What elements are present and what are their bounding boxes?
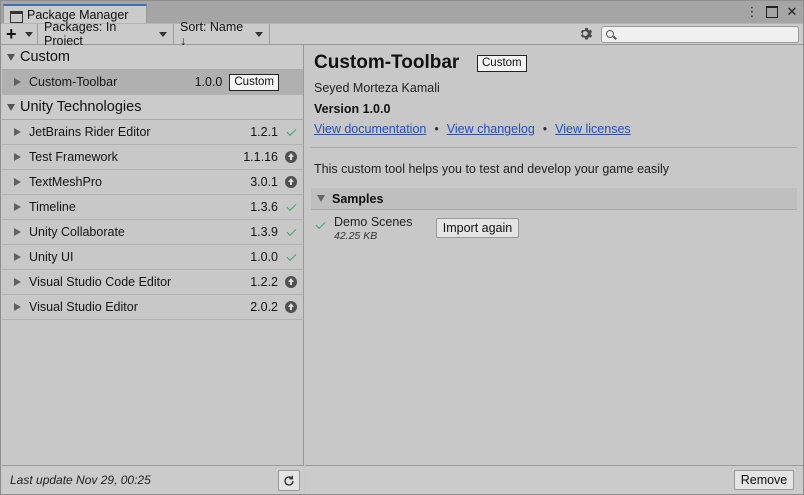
- package-row[interactable]: Unity Collaborate 1.3.9: [2, 220, 303, 245]
- maximize-icon[interactable]: [765, 5, 779, 19]
- view-documentation-link[interactable]: View documentation: [314, 122, 426, 136]
- package-manager-window: Package Manager ⋮ ✕ + Packages: In Proje…: [0, 0, 804, 495]
- installed-check-icon: [281, 125, 301, 136]
- package-list: Custom Custom-Toolbar 1.0.0 Custom Unity…: [2, 45, 304, 465]
- search-icon: [606, 30, 614, 38]
- update-available-icon: [281, 301, 301, 313]
- custom-tag-badge: Custom: [477, 55, 527, 72]
- update-available-icon: [281, 276, 301, 288]
- sample-item: Demo Scenes 42.25 KB Import again: [311, 214, 797, 244]
- gear-icon[interactable]: [579, 27, 593, 41]
- package-row[interactable]: Unity UI 1.0.0: [2, 245, 303, 270]
- chevron-down-icon: [255, 31, 263, 37]
- package-version-label: Version 1.0.0: [314, 102, 391, 116]
- package-name: Custom-Toolbar: [29, 75, 118, 89]
- expand-triangle-icon: [317, 195, 325, 202]
- group-header-unity-technologies[interactable]: Unity Technologies: [2, 95, 303, 120]
- package-description: This custom tool helps you to test and d…: [314, 162, 670, 176]
- refresh-button[interactable]: [278, 470, 300, 491]
- package-name: TextMeshPro: [29, 175, 102, 189]
- package-version: 1.0.0: [194, 75, 223, 89]
- package-name: Test Framework: [29, 150, 118, 164]
- link-separator: •: [542, 122, 548, 136]
- sample-size: 42.25 KB: [334, 230, 378, 242]
- expand-triangle-icon: [7, 53, 15, 61]
- package-version: 3.0.1: [250, 175, 278, 189]
- update-available-icon: [281, 151, 301, 163]
- view-changelog-link[interactable]: View changelog: [447, 122, 535, 136]
- package-version: 1.3.6: [250, 200, 278, 214]
- group-header-custom[interactable]: Custom: [2, 45, 303, 70]
- more-options-icon[interactable]: ⋮: [745, 4, 759, 19]
- samples-foldout[interactable]: Samples: [311, 188, 797, 210]
- plus-icon: +: [6, 24, 17, 44]
- installed-check-icon: [281, 200, 301, 211]
- package-name: Unity UI: [29, 250, 74, 264]
- collapse-triangle-icon[interactable]: [14, 303, 21, 311]
- installed-check-icon: [281, 250, 301, 261]
- toolbar: + Packages: In Project Sort: Name ↓: [1, 20, 803, 48]
- import-again-button[interactable]: Import again: [436, 218, 519, 238]
- close-icon[interactable]: ✕: [785, 4, 799, 19]
- packages-filter-label: Packages: In Project: [44, 20, 117, 48]
- package-row[interactable]: Timeline 1.3.6: [2, 195, 303, 220]
- add-package-button[interactable]: +: [1, 23, 38, 45]
- package-version: 2.0.2: [250, 300, 278, 314]
- update-available-icon: [281, 176, 301, 188]
- collapse-triangle-icon[interactable]: [14, 128, 21, 136]
- collapse-triangle-icon[interactable]: [14, 78, 21, 86]
- packages-filter-dropdown[interactable]: Packages: In Project: [38, 20, 174, 48]
- package-manager-icon: [10, 10, 23, 23]
- link-separator: •: [434, 122, 439, 136]
- refresh-icon: [284, 475, 294, 486]
- package-name: Visual Studio Code Editor: [29, 275, 172, 289]
- package-row[interactable]: JetBrains Rider Editor 1.2.1: [2, 120, 303, 145]
- collapse-triangle-icon[interactable]: [14, 228, 21, 236]
- package-row[interactable]: Test Framework 1.1.16: [2, 145, 303, 170]
- chevron-down-icon: [24, 31, 33, 37]
- samples-header-label: Samples: [332, 191, 384, 206]
- package-name: Unity Collaborate: [29, 225, 125, 239]
- window-controls: ⋮ ✕: [745, 4, 799, 19]
- package-version: 1.1.16: [243, 150, 278, 164]
- package-version: 1.2.1: [250, 125, 278, 139]
- package-version: 1.3.9: [250, 225, 278, 239]
- package-links: View documentation • View changelog • Vi…: [314, 122, 631, 136]
- package-row[interactable]: Visual Studio Code Editor 1.2.2: [2, 270, 303, 295]
- package-version: 1.0.0: [250, 250, 278, 264]
- collapse-triangle-icon[interactable]: [14, 278, 21, 286]
- package-details: Custom-Toolbar Custom Seyed Morteza Kama…: [305, 45, 803, 465]
- package-version: 1.2.2: [250, 275, 278, 289]
- collapse-triangle-icon[interactable]: [14, 178, 21, 186]
- group-name: Custom: [20, 49, 70, 65]
- view-licenses-link[interactable]: View licenses: [555, 122, 631, 136]
- chevron-down-icon: [159, 31, 167, 37]
- package-author: Seyed Morteza Kamali: [314, 81, 440, 95]
- installed-check-icon: [281, 225, 301, 236]
- package-name: Timeline: [29, 200, 76, 214]
- expand-triangle-icon: [7, 103, 15, 111]
- package-name: JetBrains Rider Editor: [29, 125, 151, 139]
- search-field[interactable]: [601, 26, 799, 43]
- package-list-footer: Last update Nov 29, 00:25: [2, 465, 304, 494]
- search-input[interactable]: [618, 28, 794, 41]
- divider: [311, 147, 797, 148]
- remove-button[interactable]: Remove: [734, 470, 794, 490]
- group-name: Unity Technologies: [20, 99, 142, 115]
- package-title: Custom-Toolbar: [314, 52, 460, 73]
- collapse-triangle-icon[interactable]: [14, 253, 21, 261]
- collapse-triangle-icon[interactable]: [14, 203, 21, 211]
- sort-label: Sort: Name ↓: [180, 20, 244, 48]
- sample-name: Demo Scenes: [334, 215, 413, 229]
- sort-dropdown[interactable]: Sort: Name ↓: [174, 20, 270, 48]
- package-name: Visual Studio Editor: [29, 300, 138, 314]
- package-row-custom-toolbar[interactable]: Custom-Toolbar 1.0.0 Custom: [2, 70, 303, 95]
- package-row[interactable]: Visual Studio Editor 2.0.2: [2, 295, 303, 320]
- details-footer: Remove: [305, 465, 803, 494]
- package-row[interactable]: TextMeshPro 3.0.1: [2, 170, 303, 195]
- last-update-text: Last update Nov 29, 00:25: [10, 473, 151, 487]
- collapse-triangle-icon[interactable]: [14, 153, 21, 161]
- imported-check-icon: [315, 219, 326, 230]
- custom-tag-badge: Custom: [229, 73, 279, 91]
